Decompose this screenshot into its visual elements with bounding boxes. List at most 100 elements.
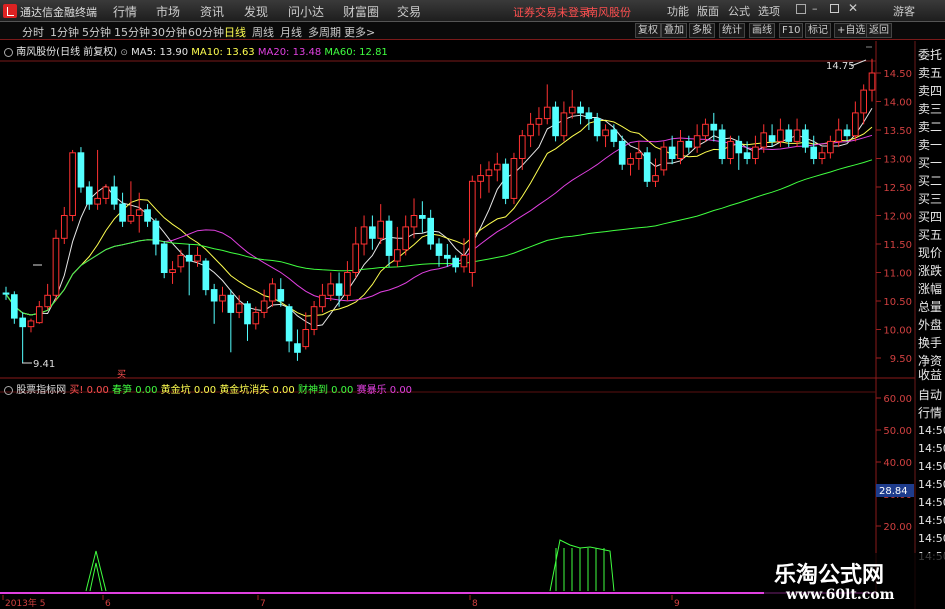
candle-body [577,106,584,114]
adjust-button[interactable]: 复权 [635,23,661,38]
kline-legend: 南风股份(日线 前复权) ⊙ MA5: 13.90 MA10: 13.63 MA… [4,43,388,58]
menu-banmian[interactable]: 版面 [697,3,719,19]
maximize-icon[interactable] [830,4,839,13]
login-status-text[interactable]: 证券交易未登录 [513,4,590,20]
menu-zixun[interactable]: 资讯 [200,3,224,20]
candle-body [868,72,876,91]
candle-body [210,289,218,302]
candle-body [543,106,551,120]
candle-body [510,158,518,199]
ind-label-hjk-xiaoshi: 黄金坑消失 [219,385,270,396]
title-bar: 通达信金融终端 行情 市场 资讯 发现 问小达 财富圈 交易 证券交易未登录 南… [0,0,945,22]
candle-body [194,254,201,262]
tab-daily[interactable]: 日线 [224,24,246,40]
indicator-name[interactable]: 股票指标网 [16,385,66,396]
menu-wenxiaoda[interactable]: 问小达 [288,3,324,20]
indicator-legend: 股票指标网 买! 0.00 春笋 0.00 黄金坑 0.00 黄金坑消失 0.0… [4,381,412,396]
tab-30min[interactable]: 30分钟 [151,24,187,40]
tab-1min[interactable]: 1分钟 [50,24,79,40]
menu-hangqing[interactable]: 行情 [113,3,137,20]
candle-body [135,209,143,217]
auto-label[interactable]: 自动 [918,386,942,403]
kline-chart[interactable]: 14.50 14.00 13.50 13.00 12.50 12.00 11.50 11.00… [0,40,945,609]
candle-body [427,217,435,245]
tick-time: 14:50 [918,514,945,527]
candle-body [402,226,410,251]
price-tick-label: 11.50 [883,240,912,251]
app-title: 通达信金融终端 [20,6,97,19]
f10-button[interactable]: F10 [779,23,804,38]
buy-signal-marker: 买 [117,369,126,380]
menu-jiaoyi[interactable]: 交易 [397,3,421,20]
candle-body [119,203,126,222]
guest-label[interactable]: 游客 [893,3,915,19]
tab-monthly[interactable]: 月线 [280,24,302,40]
candle-body [735,140,743,154]
menu-gongshi[interactable]: 公式 [728,3,750,19]
statistics-button[interactable]: 统计 [719,23,745,38]
candle-body [127,215,135,222]
menu-faxian[interactable]: 发现 [244,3,268,20]
candle-body [518,135,526,159]
tab-multi-period[interactable]: 多周期 [308,24,341,40]
ind-value-huangjinkeng: 0.00 [193,385,217,396]
minimize-icon[interactable]: – [812,2,818,15]
menu-gongneng[interactable]: 功能 [667,3,689,19]
kline-title: 南风股份(日线 前复权) [16,47,118,58]
app-logo-icon [3,4,17,18]
quote-label-buy4: 买四 [918,210,943,224]
tick-time: 14:50 [918,496,945,509]
candle-body [760,132,768,148]
back-button[interactable]: 返回 [866,23,892,38]
mark-button[interactable]: 标记 [805,23,831,38]
candle-body [269,283,276,302]
menu-shichang[interactable]: 市场 [156,3,180,20]
candle-body [202,260,210,291]
dropdown-icon[interactable]: ⊙ [120,48,128,58]
candle-body [160,243,168,273]
candle-body [44,294,51,308]
candle-body [185,254,193,262]
candle-body [219,294,226,302]
candle-body [477,175,484,182]
ind-label-chunsun: 春笋 [112,385,133,396]
indicator-settings-icon[interactable] [4,385,13,395]
skin-icon[interactable] [796,4,806,14]
tab-15min[interactable]: 15分钟 [114,24,150,40]
close-icon[interactable]: ✕ [848,1,858,15]
add-watchlist-button[interactable]: +自选 [834,23,869,38]
candle-body [419,215,426,219]
price-tick-label: 10.50 [883,297,912,308]
candle-body [19,317,26,328]
quote-label-buy1: 买一 [918,156,943,170]
settings-dot-icon[interactable] [4,47,13,57]
candle-body [152,220,160,245]
tick-time: 14:50 [918,478,945,491]
ma60-label: MA60: 12.81 [324,47,388,58]
high-price-label: 14.75 [826,61,855,72]
menu-xuanxiang[interactable]: 选项 [758,3,780,19]
multi-stock-button[interactable]: 多股 [689,23,715,38]
candle-body [660,146,668,171]
quote-label-hangqing[interactable]: 行情 [918,404,942,421]
candle-body [552,106,559,137]
draw-line-button[interactable]: 画线 [749,23,775,38]
tab-60min[interactable]: 60分钟 [188,24,224,40]
price-tick-label: 10.00 [883,326,912,337]
candle-body [585,112,593,120]
ind-value-caishendao: 0.00 [331,385,354,396]
overlay-button[interactable]: 叠加 [661,23,687,38]
price-tick-label: 9.50 [890,354,912,365]
price-tick-label: 14.50 [883,69,912,80]
menu-caifuquan[interactable]: 财富圈 [343,3,379,20]
time-axis-label: 2013年 5 [5,597,46,609]
candle-body [802,129,809,148]
candle-body [535,118,543,125]
tab-fenshi[interactable]: 分时 [22,24,44,40]
signal-spike [85,550,107,592]
tab-weekly[interactable]: 周线 [252,24,274,40]
tab-5min[interactable]: 5分钟 [82,24,111,40]
candle-body [385,220,393,256]
candle-body [335,283,343,296]
tab-more[interactable]: 更多> [344,24,375,40]
